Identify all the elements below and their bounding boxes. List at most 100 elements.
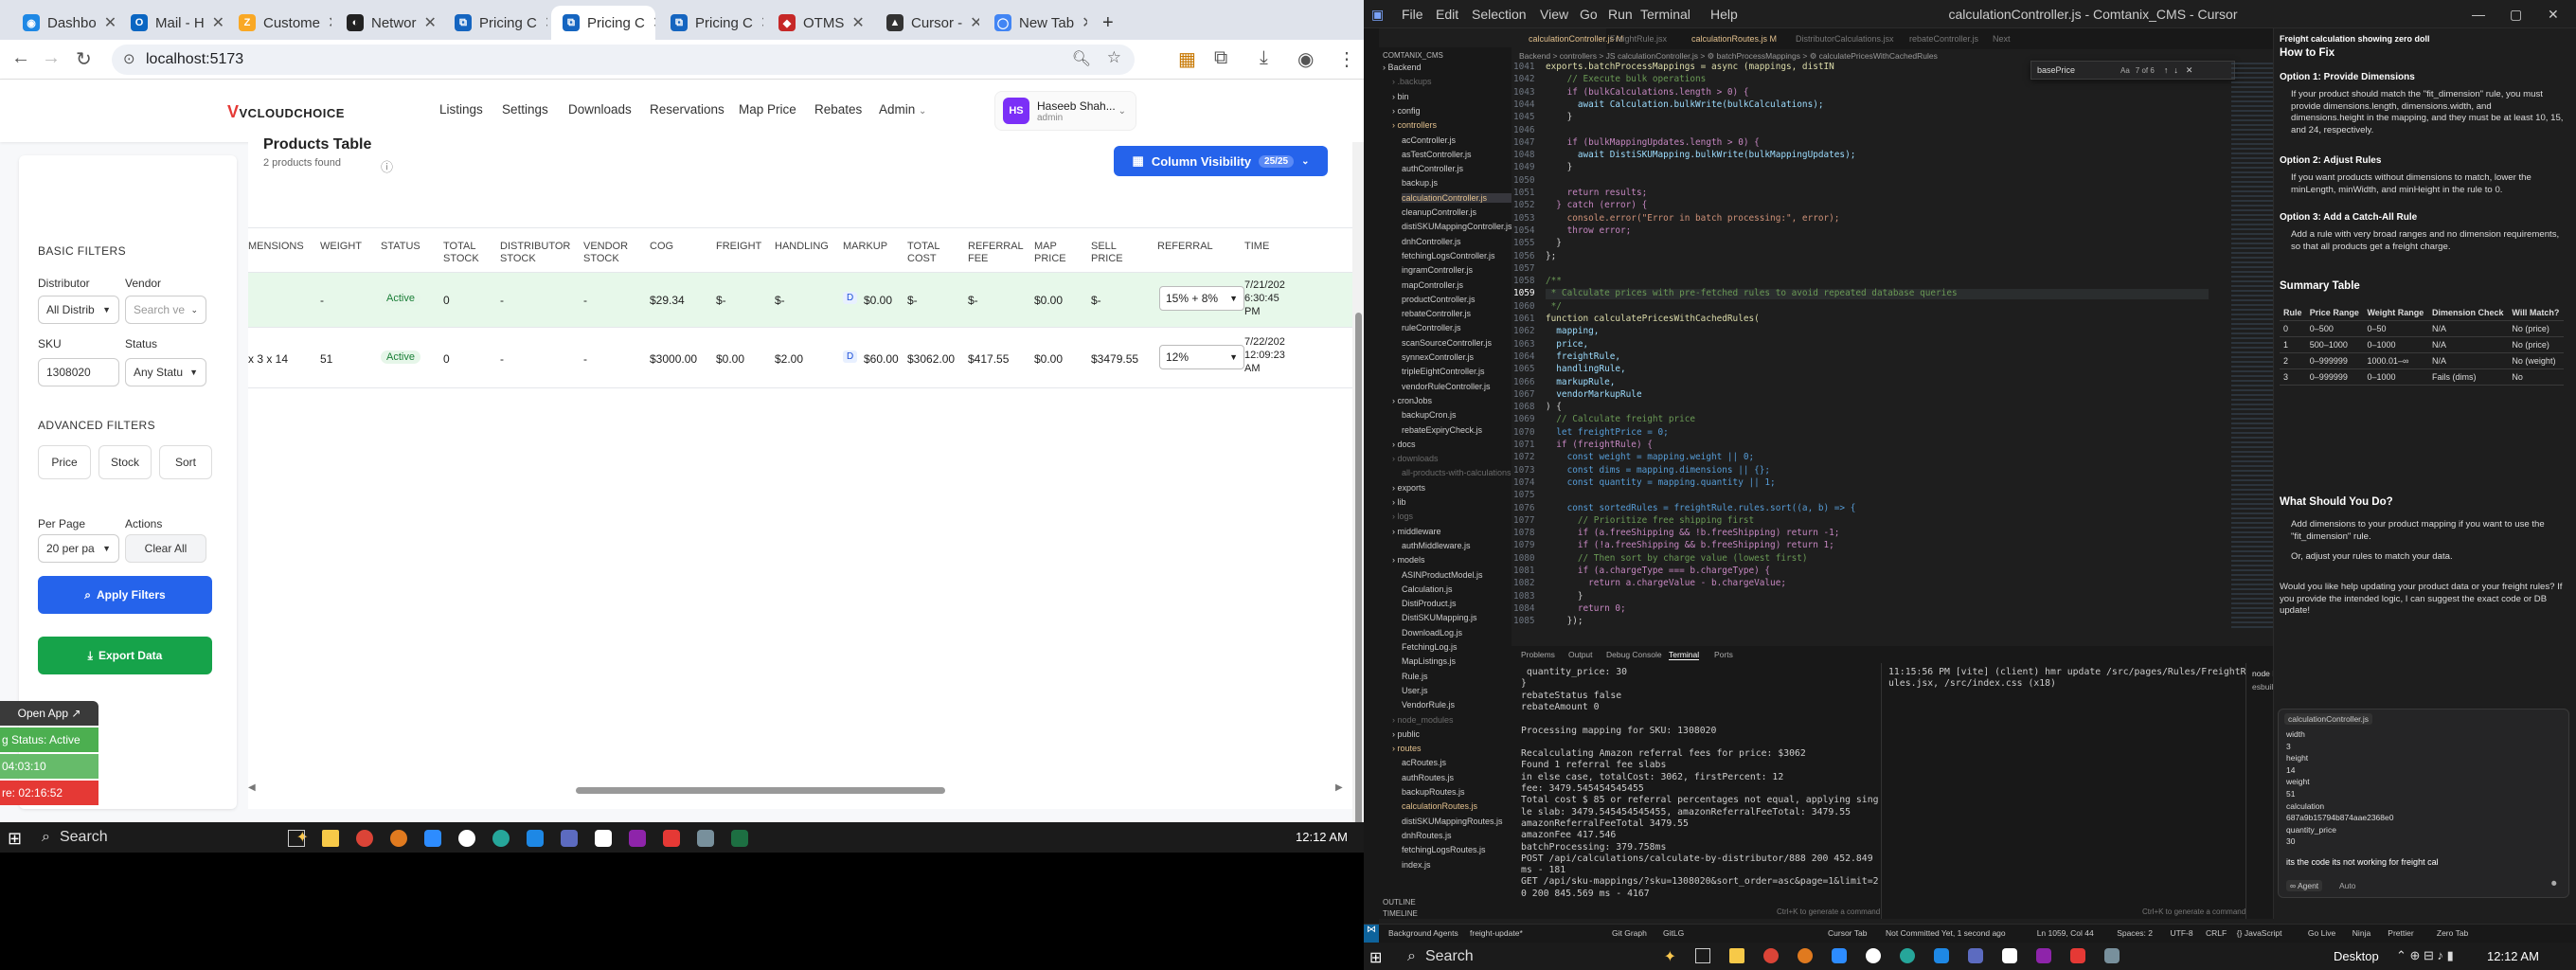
explorer-file[interactable]: DownloadLog.js bbox=[1402, 628, 1462, 638]
explorer-folder[interactable]: › exports bbox=[1392, 483, 1425, 493]
explorer-file[interactable]: ingramController.js bbox=[1402, 265, 1473, 275]
code-line[interactable]: await Calculation.bulkWrite(bulkCalculat… bbox=[1546, 99, 1824, 110]
sort-filter-button[interactable]: Sort bbox=[159, 445, 212, 479]
explorer-file[interactable]: dnhController.js bbox=[1402, 237, 1461, 246]
code-line[interactable]: if (!a.freeShipping && b.freeShipping) r… bbox=[1546, 541, 1834, 550]
code-line[interactable]: return a.chargeValue - b.chargeValue; bbox=[1546, 579, 1786, 588]
browser-tab[interactable]: Z Custome ✕ bbox=[227, 6, 331, 40]
code-line[interactable]: handlingRule, bbox=[1546, 364, 1625, 374]
explorer-file[interactable]: authController.js bbox=[1402, 164, 1463, 173]
terminal[interactable]: quantity_price: 30} rebateStatus false reb… bbox=[1512, 663, 2335, 919]
scroll-right-icon[interactable]: ▶ bbox=[1335, 782, 1343, 793]
panel-tab-output[interactable]: Output bbox=[1568, 650, 1593, 659]
explorer-file[interactable]: MapListings.js bbox=[1402, 656, 1456, 666]
explorer-folder[interactable]: › lib bbox=[1392, 497, 1406, 507]
explorer-file[interactable]: authMiddleware.js bbox=[1402, 541, 1471, 550]
onenote-icon[interactable] bbox=[2036, 948, 2051, 963]
explorer-folder[interactable]: › models bbox=[1392, 555, 1425, 565]
profile-icon[interactable]: ◉ bbox=[1297, 47, 1314, 71]
col-total-stock[interactable]: TOTAL STOCK bbox=[443, 241, 481, 265]
menu-go[interactable]: Go bbox=[1580, 7, 1598, 22]
context-file-chip[interactable]: calculationController.js bbox=[2284, 713, 2373, 725]
menu-selection[interactable]: Selection bbox=[1472, 7, 1527, 22]
col-referral[interactable]: REFERRAL bbox=[1157, 241, 1213, 253]
minimize-icon[interactable]: — bbox=[2472, 7, 2485, 22]
code-line[interactable]: console.error("Error in batch processing… bbox=[1546, 213, 1840, 224]
code-line[interactable]: return 0; bbox=[1546, 603, 1626, 614]
export-data-button[interactable]: ⤓ Export Data bbox=[38, 637, 212, 674]
back-icon[interactable]: ← bbox=[11, 47, 30, 69]
nav-settings[interactable]: Settings bbox=[502, 102, 548, 117]
close-tab-icon[interactable]: ✕ bbox=[328, 13, 331, 32]
explorer-file[interactable]: ASINProductModel.js bbox=[1402, 570, 1483, 580]
explorer-file[interactable]: DistiSKUMapping.js bbox=[1402, 613, 1477, 622]
open-app-button[interactable]: Open App ↗ bbox=[0, 701, 98, 726]
code-line[interactable]: } bbox=[1546, 112, 1573, 122]
code-line[interactable]: if (a.freeShipping && !b.freeShipping) r… bbox=[1546, 528, 1840, 538]
explorer-file[interactable]: productController.js bbox=[1402, 295, 1476, 304]
taskbar-search[interactable]: ⌕ Search ✦ bbox=[1402, 945, 1676, 968]
explorer-folder[interactable]: › logs bbox=[1392, 512, 1413, 521]
explorer-file[interactable]: synnexController.js bbox=[1402, 352, 1474, 362]
firefox-icon[interactable] bbox=[390, 830, 407, 847]
close-tab-icon[interactable]: ✕ bbox=[1082, 13, 1087, 32]
close-tab-icon[interactable]: ✕ bbox=[424, 13, 437, 32]
code-line[interactable]: ) { bbox=[1546, 402, 1562, 412]
explorer-file[interactable]: FetchingLog.js bbox=[1402, 642, 1458, 652]
explorer-file[interactable]: ruleController.js bbox=[1402, 323, 1461, 332]
code-line[interactable]: return results; bbox=[1546, 188, 1648, 198]
scrollbar-thumb[interactable] bbox=[1355, 313, 1362, 824]
code-line[interactable]: /** bbox=[1546, 276, 1562, 286]
menu-file[interactable]: File bbox=[1402, 7, 1423, 22]
code-line[interactable]: function calculatePricesWithCachedRules( bbox=[1546, 314, 1760, 324]
tray-icons[interactable]: ⌃ ⊕ ⊟ ♪ ▮ bbox=[2396, 948, 2454, 963]
explorer-file[interactable]: vendorRuleController.js bbox=[1402, 382, 1491, 391]
status-item[interactable]: UTF-8 bbox=[2171, 928, 2193, 938]
explorer-file[interactable]: Rule.js bbox=[1402, 672, 1428, 681]
explorer-folder[interactable]: › Backend bbox=[1383, 63, 1422, 72]
close-tab-icon[interactable]: ✕ bbox=[653, 13, 655, 32]
browser-tab[interactable]: O Mail - H ✕ bbox=[119, 6, 224, 40]
browser-tab[interactable]: ◐ Networ ✕ bbox=[335, 6, 439, 40]
code-line[interactable]: mapping, bbox=[1546, 327, 1599, 336]
reload-icon[interactable]: ↻ bbox=[76, 47, 92, 71]
browser-tab[interactable]: ⧉ Pricing C ✕ bbox=[551, 6, 655, 40]
close-tab-icon[interactable]: ✕ bbox=[760, 13, 763, 32]
menu-view[interactable]: View bbox=[1540, 7, 1568, 22]
tab-calculation-controller[interactable]: calculationController.js M bbox=[1512, 28, 1623, 49]
explorer-folder[interactable]: › cronJobs bbox=[1392, 396, 1432, 405]
horizontal-scrollbar[interactable]: ◀ ▶ bbox=[248, 782, 1347, 796]
status-gitlg[interactable]: GitLG bbox=[1663, 928, 1684, 938]
timeline-section[interactable]: TIMELINE bbox=[1383, 909, 1418, 918]
explorer-file[interactable]: fetchingLogsController.js bbox=[1402, 251, 1495, 260]
app-icon[interactable] bbox=[492, 830, 510, 847]
address-bar[interactable]: ⊙ localhost:5173 🔍︎ ☆ bbox=[112, 45, 1135, 75]
col-distributor-stock[interactable]: DISTRIBUTOR STOCK bbox=[500, 241, 570, 265]
code-line[interactable]: * Calculate prices with pre-fetched rule… bbox=[1546, 289, 2209, 299]
code-line[interactable]: const dims = mapping.dimensions || {}; bbox=[1546, 465, 1771, 476]
explorer-file[interactable]: rebateController.js bbox=[1402, 309, 1471, 318]
per-page-select[interactable]: 20 per pa ▼ bbox=[38, 534, 119, 563]
nav-reservations[interactable]: Reservations bbox=[650, 102, 724, 117]
chrome-menu-icon[interactable]: ⋮ bbox=[1337, 47, 1356, 71]
close-tab-icon[interactable]: ✕ bbox=[851, 13, 864, 32]
app-icon[interactable] bbox=[2104, 948, 2120, 963]
explorer-file[interactable]: acController.js bbox=[1402, 135, 1456, 145]
col-dimensions[interactable]: MENSIONS bbox=[248, 241, 304, 253]
vscode-icon[interactable] bbox=[527, 830, 544, 847]
code-line[interactable]: freightRule, bbox=[1546, 351, 1620, 362]
status-item[interactable]: CRLF bbox=[2206, 928, 2227, 938]
app-icon[interactable] bbox=[1900, 948, 1915, 963]
zoom-app-icon[interactable] bbox=[424, 830, 441, 847]
explorer-folder[interactable]: › middleware bbox=[1392, 527, 1441, 536]
site-info-icon[interactable]: ⊙ bbox=[123, 50, 135, 67]
code-line[interactable]: throw error; bbox=[1546, 225, 1632, 236]
col-map-price[interactable]: MAP PRICE bbox=[1034, 241, 1068, 265]
close-icon[interactable]: ✕ bbox=[2548, 7, 2559, 23]
nav-map-price[interactable]: Map Price bbox=[739, 102, 796, 117]
extensions-puzzle-icon[interactable]: ⧉ bbox=[1214, 47, 1227, 69]
referral-select[interactable]: 12% ▼ bbox=[1159, 345, 1244, 369]
cursor-app-icon[interactable] bbox=[595, 830, 612, 847]
explorer-file[interactable]: scanSourceController.js bbox=[1402, 338, 1492, 348]
browser-tab[interactable]: ▲ Cursor - ✕ bbox=[875, 6, 979, 40]
